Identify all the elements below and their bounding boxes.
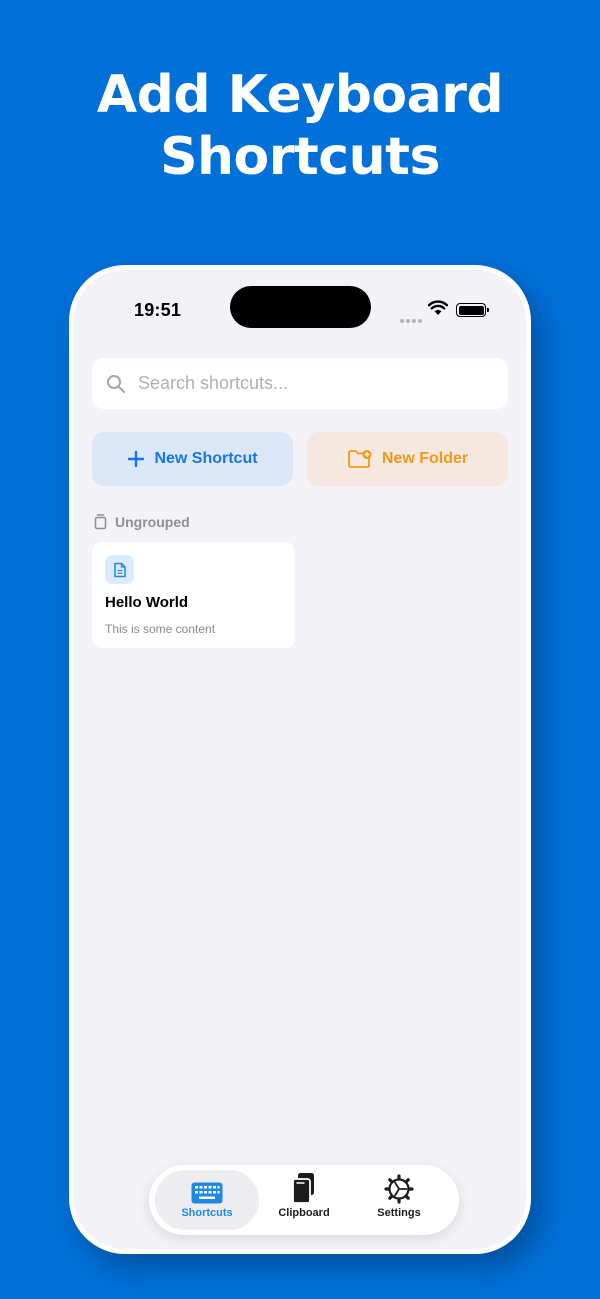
group-label: Ungrouped <box>115 513 190 530</box>
tab-shortcuts-label: Shortcuts <box>181 1207 233 1219</box>
cellular-signal-icon <box>400 310 424 323</box>
headline-line-1: Add Keyboard <box>96 65 504 125</box>
new-folder-button[interactable]: New Folder <box>307 432 508 486</box>
search-bar[interactable] <box>92 358 508 409</box>
new-folder-label: New Folder <box>381 450 469 467</box>
gear-icon <box>384 1174 414 1204</box>
tab-shortcuts[interactable]: Shortcuts <box>155 1170 259 1230</box>
dynamic-island <box>230 286 371 328</box>
tab-settings[interactable]: Settings <box>347 1170 451 1230</box>
headline: Add Keyboard Shortcuts <box>0 64 600 188</box>
shortcut-card[interactable]: Hello World This is some content <box>92 542 295 648</box>
keyboard-icon <box>191 1182 223 1204</box>
search-input[interactable] <box>138 373 478 394</box>
tab-clipboard[interactable]: Clipboard <box>252 1170 356 1230</box>
tab-clipboard-label: Clipboard <box>278 1207 330 1219</box>
headline-line-2: Shortcuts <box>160 127 440 187</box>
status-time: 19:51 <box>134 300 182 320</box>
status-indicators <box>400 300 500 323</box>
search-icon <box>107 374 125 393</box>
shortcut-content: This is some content <box>105 622 216 636</box>
clipboard-icon <box>292 1173 314 1204</box>
tab-bar: Shortcuts Clipboard Settings <box>149 1165 459 1235</box>
plus-icon <box>128 450 145 468</box>
shortcut-title: Hello World <box>105 594 189 611</box>
tab-settings-label: Settings <box>377 1207 421 1219</box>
group-header-ungrouped: Ungrouped <box>94 513 190 530</box>
battery-icon <box>456 303 489 317</box>
phone-frame: 19:51 New Shortcut New Folder <box>69 265 531 1254</box>
new-shortcut-button[interactable]: New Shortcut <box>92 432 293 486</box>
document-icon <box>105 555 134 584</box>
tray-icon <box>94 514 107 530</box>
wifi-icon <box>428 300 448 315</box>
new-shortcut-label: New Shortcut <box>154 450 258 467</box>
folder-plus-icon <box>347 450 372 468</box>
